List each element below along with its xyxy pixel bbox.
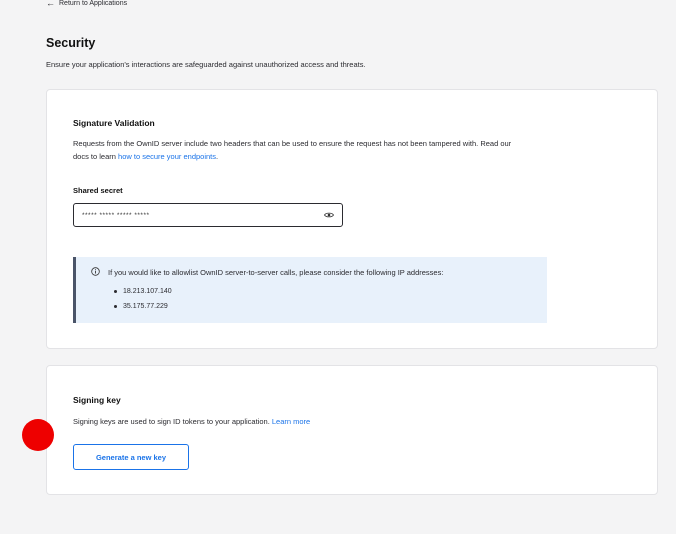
back-to-applications-link[interactable]: ← Return to Applications: [46, 0, 128, 8]
ip-address-list: 18.213.107.140 35.175.77.229: [114, 284, 172, 314]
signing-key-card: Signing key Signing keys are used to sig…: [46, 365, 658, 495]
signing-key-title: Signing key: [73, 395, 121, 405]
ip-allowlist-info-box: If you would like to allowlist OwnID ser…: [73, 257, 547, 323]
eye-icon[interactable]: [324, 211, 334, 219]
signature-validation-card: Signature Validation Requests from the O…: [46, 89, 658, 349]
bullet-icon: [114, 305, 117, 308]
shared-secret-field[interactable]: ***** ***** ***** *****: [73, 203, 343, 227]
signature-validation-description: Requests from the OwnID server include t…: [73, 137, 511, 163]
ip-address-value: 35.175.77.229: [123, 303, 168, 310]
ip-allowlist-text: If you would like to allowlist OwnID ser…: [108, 268, 444, 277]
left-arrow-icon: ←: [46, 0, 55, 8]
back-link-label: Return to Applications: [59, 0, 128, 7]
signature-desc-suffix: .: [216, 152, 219, 161]
page-title: Security: [46, 36, 96, 50]
cursor-marker-dot: [22, 419, 54, 451]
signature-validation-title: Signature Validation: [73, 118, 155, 128]
signing-key-description: Signing keys are used to sign ID tokens …: [73, 415, 310, 428]
info-icon: [91, 267, 100, 276]
ip-address-value: 18.213.107.140: [123, 288, 172, 295]
page-subtitle: Ensure your application's interactions a…: [46, 60, 366, 69]
signing-key-desc-text: Signing keys are used to sign ID tokens …: [73, 417, 272, 426]
ip-address-item: 18.213.107.140: [114, 284, 172, 299]
learn-more-link[interactable]: Learn more: [272, 417, 310, 426]
ip-address-item: 35.175.77.229: [114, 299, 172, 314]
shared-secret-value: ***** ***** ***** *****: [82, 211, 150, 219]
generate-new-key-button[interactable]: Generate a new key: [73, 444, 189, 470]
shared-secret-label: Shared secret: [73, 186, 123, 195]
signature-desc-line1: Requests from the OwnID server include t…: [73, 139, 512, 148]
signature-desc-prefix: docs to learn: [73, 152, 119, 161]
secure-endpoints-link[interactable]: how to secure your endpoints: [118, 152, 216, 161]
bullet-icon: [114, 290, 117, 293]
